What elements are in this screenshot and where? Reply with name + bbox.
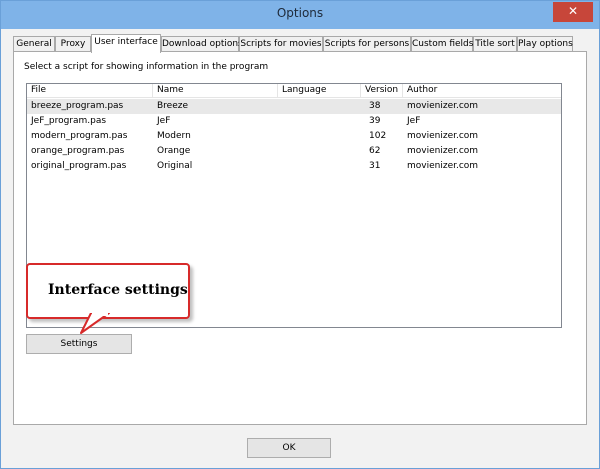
close-icon: ✕ bbox=[567, 4, 579, 18]
column-name[interactable]: Name bbox=[153, 84, 278, 98]
cell-version: 31 bbox=[369, 161, 381, 171]
cell-file: breeze_program.pas bbox=[31, 101, 124, 111]
ok-button[interactable]: OK bbox=[247, 438, 331, 458]
callout-pointer-arrow bbox=[80, 313, 110, 334]
user-interface-panel: Select a script for showing information … bbox=[13, 51, 587, 425]
table-row[interactable]: breeze_program.pas Breeze 38 movienizer.… bbox=[27, 99, 561, 114]
panel-caption: Select a script for showing information … bbox=[24, 62, 269, 72]
table-row[interactable]: orange_program.pas Orange 62 movienizer.… bbox=[27, 144, 561, 159]
cell-author: movienizer.com bbox=[407, 131, 479, 141]
tab-scripts-for-persons[interactable]: Scripts for persons bbox=[323, 36, 411, 52]
column-language[interactable]: Language bbox=[278, 84, 361, 98]
cell-language bbox=[278, 144, 282, 159]
tab-scripts-for-movies[interactable]: Scripts for movies bbox=[239, 36, 323, 52]
cell-language bbox=[278, 159, 282, 174]
column-version[interactable]: Version bbox=[361, 84, 403, 98]
table-row[interactable]: JeF_program.pas JeF 39 JeF bbox=[27, 114, 561, 129]
callout-annotation: Interface settings bbox=[26, 263, 190, 319]
list-header: File Name Language Version Author bbox=[27, 84, 561, 98]
cell-file: modern_program.pas bbox=[31, 131, 128, 141]
column-file[interactable]: File bbox=[27, 84, 153, 98]
settings-button[interactable]: Settings bbox=[26, 334, 132, 354]
cell-version: 38 bbox=[369, 101, 381, 111]
tab-general[interactable]: General bbox=[13, 36, 55, 52]
tab-play-options[interactable]: Play options bbox=[517, 36, 573, 52]
cell-name: Modern bbox=[157, 131, 191, 141]
window-title: Options bbox=[276, 6, 324, 20]
options-window: Options ✕ General Proxy User interface D… bbox=[0, 0, 600, 469]
callout-text: Interface settings bbox=[48, 282, 188, 298]
table-row[interactable]: original_program.pas Original 31 movieni… bbox=[27, 159, 561, 174]
cell-author: movienizer.com bbox=[407, 146, 479, 156]
close-button[interactable]: ✕ bbox=[553, 2, 593, 22]
title-bar[interactable]: Options ✕ bbox=[1, 1, 599, 29]
table-row[interactable]: modern_program.pas Modern 102 movienizer… bbox=[27, 129, 561, 144]
cell-name: JeF bbox=[157, 116, 171, 126]
cell-author: movienizer.com bbox=[407, 101, 479, 111]
cell-language bbox=[278, 99, 282, 114]
column-author[interactable]: Author bbox=[403, 84, 561, 98]
tab-proxy[interactable]: Proxy bbox=[55, 36, 91, 52]
cell-name: Orange bbox=[157, 146, 191, 156]
cell-version: 102 bbox=[369, 131, 387, 141]
tab-user-interface[interactable]: User interface bbox=[91, 34, 161, 53]
cell-name: Original bbox=[157, 161, 193, 171]
cell-file: original_program.pas bbox=[31, 161, 127, 171]
tab-custom-fields[interactable]: Custom fields bbox=[411, 36, 473, 52]
tab-title-sort[interactable]: Title sort bbox=[473, 36, 517, 52]
cell-file: JeF_program.pas bbox=[31, 116, 107, 126]
cell-language bbox=[278, 114, 282, 129]
tab-strip: General Proxy User interface Download op… bbox=[13, 34, 573, 53]
cell-language bbox=[278, 129, 282, 144]
cell-name: Breeze bbox=[157, 101, 189, 111]
cell-author: JeF bbox=[407, 116, 421, 126]
tab-download-options[interactable]: Download options bbox=[161, 36, 243, 52]
cell-file: orange_program.pas bbox=[31, 146, 125, 156]
cell-version: 39 bbox=[369, 116, 381, 126]
cell-version: 62 bbox=[369, 146, 381, 156]
cell-author: movienizer.com bbox=[407, 161, 479, 171]
